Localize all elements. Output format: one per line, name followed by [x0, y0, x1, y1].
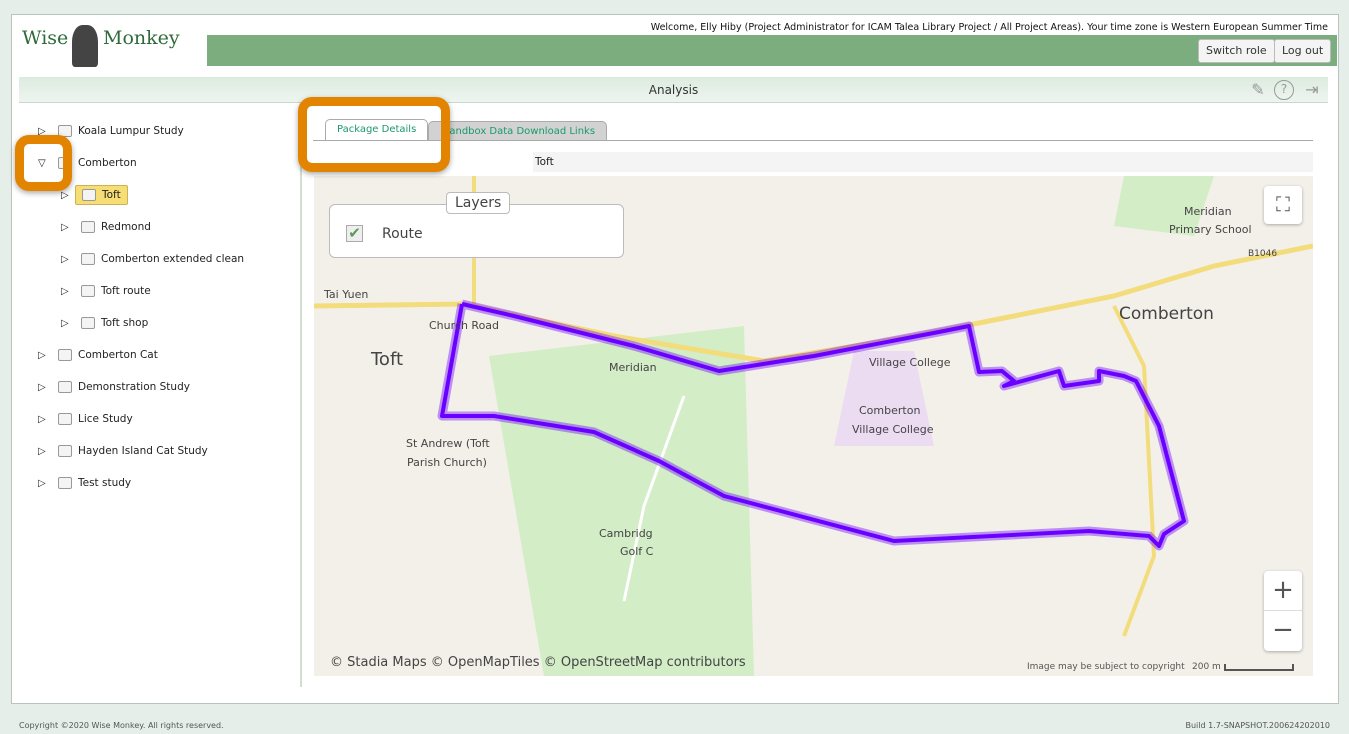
- tree-node-label: Koala Lumpur Study: [78, 125, 184, 137]
- tree-node-label: Comberton Cat: [78, 349, 158, 361]
- monkey-icon: [72, 25, 98, 67]
- highlight-box: [298, 97, 450, 172]
- package-icon: [81, 253, 95, 265]
- map-label: Parish Church): [407, 456, 487, 469]
- package-icon: [82, 189, 96, 201]
- map-label: Village College: [869, 356, 951, 369]
- tree-node-label: Comberton extended clean: [101, 253, 245, 265]
- map-label: B1046: [1248, 249, 1278, 259]
- expand-icon[interactable]: ▷: [61, 222, 75, 233]
- package-icon: [81, 221, 95, 233]
- expand-icon[interactable]: ▷: [38, 414, 52, 425]
- logo: Wise Monkey: [22, 23, 180, 73]
- page-title: Analysis: [19, 77, 1328, 103]
- map-label: Village College: [852, 423, 934, 436]
- map-label: Golf C: [620, 545, 654, 558]
- tree-node[interactable]: ▷ Toft shop: [61, 312, 148, 334]
- expand-icon[interactable]: ▷: [38, 382, 52, 393]
- tree-node-label: Hayden Island Cat Study: [78, 445, 208, 457]
- map[interactable]: Toft Comberton Church Road Tai Yuen St Andre…: [314, 176, 1313, 676]
- study-icon: [58, 477, 72, 489]
- tree-node[interactable]: ▷ Comberton Cat: [38, 344, 158, 366]
- route-layer-label: Route: [382, 226, 423, 242]
- tree-node[interactable]: ▷ Comberton extended clean: [61, 248, 244, 270]
- tree-node-label: Demonstration Study: [78, 381, 190, 393]
- study-icon: [58, 413, 72, 425]
- header-bar: [207, 35, 1337, 66]
- expand-icon[interactable]: ▷: [61, 190, 75, 201]
- study-tree: ▷ Koala Lumpur Study ▽ Comberton ▷ Toft ▷ Redmo…: [19, 104, 302, 687]
- map-label: Tai Yuen: [324, 288, 369, 301]
- map-label: St Andrew (Toft: [406, 437, 490, 450]
- expand-icon[interactable]: ▷: [38, 446, 52, 457]
- map-label: Comberton: [1119, 304, 1214, 324]
- switch-role-button[interactable]: Switch role: [1198, 39, 1275, 63]
- expand-icon[interactable]: ▷: [61, 318, 75, 329]
- road: [1112, 305, 1157, 637]
- zoom-control: + −: [1264, 571, 1302, 651]
- study-icon: [58, 445, 72, 457]
- details-row: Toft: [313, 152, 1313, 172]
- layers-panel: Layers ✔ Route: [329, 192, 624, 258]
- expand-icon[interactable]: ▷: [61, 254, 75, 265]
- fullscreen-button[interactable]: ⛶: [1264, 186, 1302, 224]
- help-icon[interactable]: ?: [1274, 80, 1294, 100]
- tree-node[interactable]: ▷ Toft route: [61, 280, 151, 302]
- tree-node-label: Toft shop: [101, 317, 149, 329]
- expand-icon[interactable]: ▷: [38, 350, 52, 361]
- green-area: [489, 326, 754, 676]
- tree-node-label: Toft: [102, 189, 121, 201]
- scale-label: 200 m: [1192, 662, 1221, 672]
- package-icon: [81, 285, 95, 297]
- logo-text-right: Monkey: [103, 27, 180, 49]
- study-icon: [58, 381, 72, 393]
- package-icon: [81, 317, 95, 329]
- copyright-notice: Image may be subject to copyright: [1027, 662, 1185, 672]
- footer-build: Build 1.7-SNAPSHOT.200624202010: [1185, 721, 1330, 730]
- study-icon: [58, 349, 72, 361]
- tree-node[interactable]: ▷ Lice Study: [38, 408, 133, 430]
- tree-node-label: Toft route: [101, 285, 151, 297]
- map-label: Meridian: [609, 361, 657, 374]
- pencil-icon[interactable]: ✎: [1248, 80, 1268, 100]
- tab-sandbox-download-links[interactable]: Sandbox Data Download Links: [428, 121, 608, 141]
- footer-copyright: Copyright ©2020 Wise Monkey. All rights …: [19, 721, 224, 730]
- tree-node[interactable]: ▷ Test study: [38, 472, 131, 494]
- zoom-out-button[interactable]: −: [1264, 611, 1302, 651]
- layers-title: Layers: [446, 192, 511, 214]
- route-checkbox[interactable]: ✔: [346, 225, 363, 242]
- map-label: Church Road: [429, 319, 500, 332]
- welcome-text: Welcome, Elly Hiby (Project Administrato…: [650, 22, 1328, 33]
- expand-icon[interactable]: ▷: [61, 286, 75, 297]
- tree-node-label: Test study: [78, 477, 132, 489]
- map-label: Comberton: [859, 404, 921, 417]
- logo-text-left: Wise: [22, 27, 69, 49]
- zoom-in-button[interactable]: +: [1264, 571, 1302, 611]
- tree-node-label: Lice Study: [78, 413, 133, 425]
- scale-bar: [1224, 664, 1294, 671]
- map-attribution: © Stadia Maps © OpenMapTiles © OpenStree…: [330, 655, 746, 670]
- tree-node-label: Redmond: [101, 221, 151, 233]
- log-out-button[interactable]: Log out: [1274, 39, 1332, 63]
- package-name-value: Toft: [533, 152, 1313, 172]
- tree-node[interactable]: ▷ Demonstration Study: [38, 376, 190, 398]
- tree-node-label: Comberton: [78, 157, 137, 169]
- tree-node[interactable]: ▷ Toft: [61, 184, 128, 206]
- tree-node[interactable]: ▷ Redmond: [61, 216, 151, 238]
- tree-node[interactable]: ▷ Hayden Island Cat Study: [38, 440, 208, 462]
- map-label: Meridian: [1184, 205, 1232, 218]
- map-label: Primary School: [1169, 223, 1252, 236]
- map-label: Cambridg: [599, 527, 653, 540]
- highlight-box: [15, 135, 72, 191]
- exit-icon[interactable]: ⇥: [1302, 80, 1322, 100]
- expand-icon[interactable]: ▷: [38, 478, 52, 489]
- map-label: Toft: [371, 349, 404, 370]
